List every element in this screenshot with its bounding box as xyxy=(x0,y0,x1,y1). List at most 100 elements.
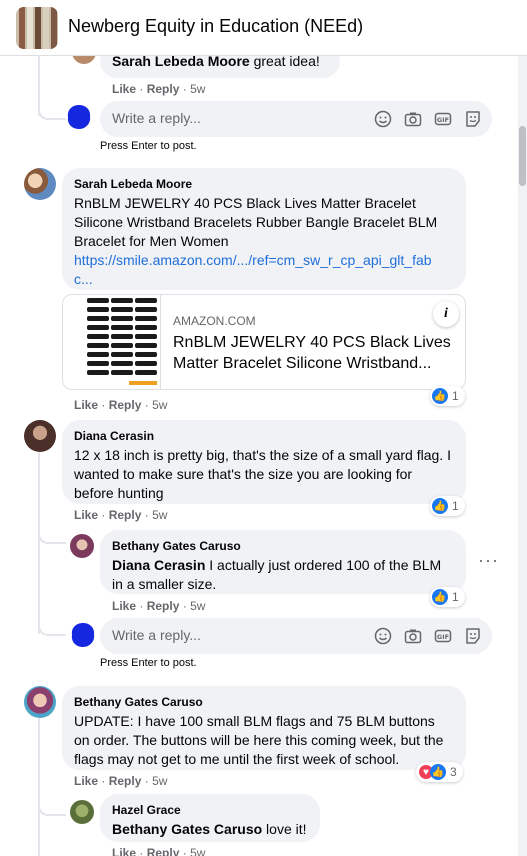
group-header: Newberg Equity in Education (NEEd) xyxy=(0,0,527,56)
comment-text: RnBLM JEWELRY 40 PCS Black Lives Matter … xyxy=(74,195,438,249)
bracelet-product-image xyxy=(87,298,157,385)
separator: · xyxy=(144,398,149,412)
reply-input[interactable]: Write a reply... GIF xyxy=(100,101,492,137)
comment-author[interactable]: Diana Cerasin xyxy=(74,428,454,444)
avatar[interactable] xyxy=(70,800,94,824)
timestamp[interactable]: 5w xyxy=(190,599,205,613)
comment-bubble: Sarah Lebeda Moore RnBLM JEWELRY 40 PCS … xyxy=(62,168,466,290)
scrollbar-thumb[interactable] xyxy=(519,126,526,186)
smiley-icon[interactable] xyxy=(372,108,394,130)
sticker-icon[interactable] xyxy=(462,625,484,647)
reaction-count: 3 xyxy=(450,765,457,779)
timestamp[interactable]: 5w xyxy=(152,774,167,788)
link-preview-domain: AMAZON.COM xyxy=(173,314,256,328)
like-link[interactable]: Like xyxy=(74,398,98,412)
comment-actions: Like · Reply · 5w xyxy=(112,846,205,856)
comment-actions: Like · Reply · 5w xyxy=(74,398,167,412)
separator: · xyxy=(182,599,187,613)
like-reaction-icon: 👍 xyxy=(432,589,448,605)
separator: · xyxy=(144,508,149,522)
comment-mention[interactable]: Diana Cerasin xyxy=(112,557,205,573)
reply-link[interactable]: Reply xyxy=(109,774,142,788)
thread-elbow xyxy=(38,792,66,816)
like-link[interactable]: Like xyxy=(112,846,136,856)
reaction-count: 1 xyxy=(452,389,459,403)
press-enter-hint: Press Enter to post. xyxy=(100,140,197,152)
thread-line xyxy=(38,452,40,634)
reply-link[interactable]: Reply xyxy=(109,508,142,522)
like-link[interactable]: Like xyxy=(112,599,136,613)
comment-actions: Like · Reply · 5w xyxy=(112,599,205,613)
reply-placeholder: Write a reply... xyxy=(112,110,201,126)
avatar[interactable] xyxy=(24,168,56,200)
separator: · xyxy=(101,398,106,412)
gif-icon[interactable]: GIF xyxy=(432,108,454,130)
comment-bubble: Bethany Gates Caruso Diana Cerasin I act… xyxy=(100,530,466,594)
camera-icon[interactable] xyxy=(402,625,424,647)
reaction-summary[interactable]: 👍 1 xyxy=(430,496,465,516)
separator: · xyxy=(101,774,106,788)
timestamp[interactable]: 5w xyxy=(190,82,205,96)
group-title[interactable]: Newberg Equity in Education (NEEd) xyxy=(68,16,363,37)
link-preview-card[interactable]: AMAZON.COM RnBLM JEWELRY 40 PCS Black Li… xyxy=(62,294,466,390)
link-preview-title[interactable]: RnBLM JEWELRY 40 PCS Black Lives Matter … xyxy=(173,332,458,374)
reaction-summary[interactable]: 👍 1 xyxy=(430,386,465,406)
comment-mention[interactable]: Bethany Gates Caruso xyxy=(112,821,262,837)
reaction-summary[interactable]: 👍 1 xyxy=(430,587,465,607)
info-icon[interactable]: i xyxy=(433,301,459,327)
comment-bubble: Hazel Grace Bethany Gates Caruso love it… xyxy=(100,794,320,842)
avatar[interactable] xyxy=(24,420,56,452)
separator: · xyxy=(182,846,187,856)
reply-link[interactable]: Reply xyxy=(109,398,142,412)
avatar[interactable] xyxy=(70,534,94,558)
scrollbar[interactable] xyxy=(518,56,527,856)
gif-icon[interactable]: GIF xyxy=(432,625,454,647)
more-options-icon[interactable]: ··· xyxy=(478,550,499,571)
smiley-icon[interactable] xyxy=(372,625,394,647)
comment-actions: Like · Reply · 5w xyxy=(74,508,167,522)
timestamp[interactable]: 5w xyxy=(190,846,205,856)
reply-link[interactable]: Reply xyxy=(147,82,180,96)
sticker-icon[interactable] xyxy=(462,108,484,130)
group-cover-thumbnail[interactable] xyxy=(16,7,58,49)
comment-text: 12 x 18 inch is pretty big, that's the s… xyxy=(74,447,451,501)
link-preview-image xyxy=(63,295,161,389)
comment-actions: Like · Reply · 5w xyxy=(112,82,205,96)
comment-bubble: Diana Cerasin 12 x 18 inch is pretty big… xyxy=(62,420,466,504)
comment-bubble: Bethany Gates Caruso UPDATE: I have 100 … xyxy=(62,686,466,770)
comment-link-continued[interactable]: c... xyxy=(74,271,93,287)
user-avatar xyxy=(71,623,95,647)
comment-text: love it! xyxy=(262,821,307,837)
separator: · xyxy=(144,774,149,788)
comment-link[interactable]: https://smile.amazon.com/.../ref=cm_sw_r… xyxy=(74,252,432,268)
svg-text:GIF: GIF xyxy=(437,116,449,124)
reaction-summary[interactable]: ♥ 👍 3 xyxy=(416,762,463,782)
reply-link[interactable]: Reply xyxy=(147,846,180,856)
separator: · xyxy=(139,599,144,613)
like-link[interactable]: Like xyxy=(112,82,136,96)
like-link[interactable]: Like xyxy=(74,508,98,522)
comment-author[interactable]: Bethany Gates Caruso xyxy=(112,538,454,554)
avatar[interactable] xyxy=(24,686,56,718)
separator: · xyxy=(139,846,144,856)
reply-link[interactable]: Reply xyxy=(147,599,180,613)
press-enter-hint: Press Enter to post. xyxy=(100,657,197,669)
thread-elbow xyxy=(38,520,66,544)
camera-icon[interactable] xyxy=(402,108,424,130)
thread-elbow xyxy=(38,96,66,120)
comment-author[interactable]: Sarah Lebeda Moore xyxy=(74,176,454,192)
like-link[interactable]: Like xyxy=(74,774,98,788)
timestamp[interactable]: 5w xyxy=(152,398,167,412)
thread-elbow xyxy=(38,612,66,636)
reply-input[interactable]: Write a reply... GIF xyxy=(100,618,492,654)
svg-text:GIF: GIF xyxy=(437,633,449,641)
user-avatar xyxy=(67,105,91,129)
comment-author[interactable]: Bethany Gates Caruso xyxy=(74,694,454,710)
reply-placeholder: Write a reply... xyxy=(112,627,201,643)
timestamp[interactable]: 5w xyxy=(152,508,167,522)
separator: · xyxy=(101,508,106,522)
separator: · xyxy=(139,82,144,96)
reaction-count: 1 xyxy=(452,590,459,604)
comment-author[interactable]: Hazel Grace xyxy=(112,802,308,818)
comment-actions: Like · Reply · 5w xyxy=(74,774,167,788)
